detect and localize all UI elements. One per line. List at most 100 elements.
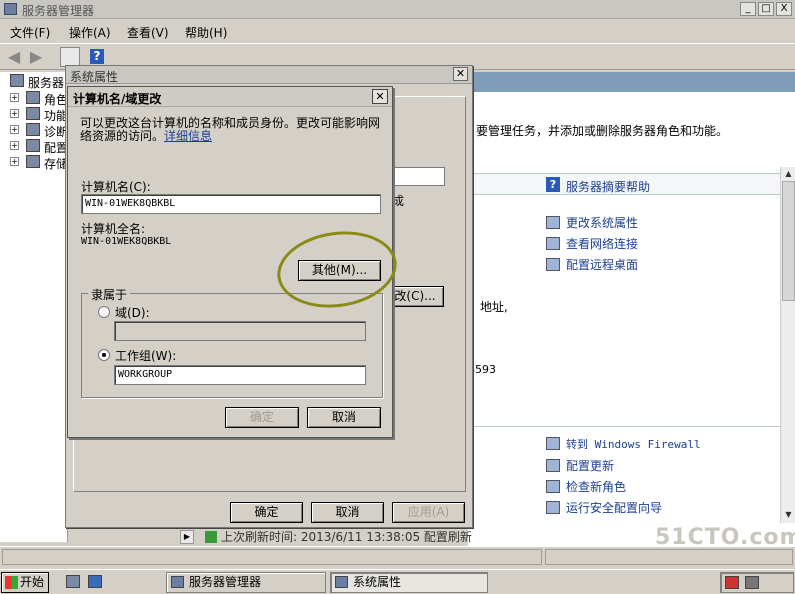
expand-icon[interactable]: + xyxy=(10,141,19,150)
apply-button[interactable]: 应用(A) xyxy=(392,502,465,523)
security-wizard-icon xyxy=(546,501,560,514)
close-button[interactable]: X xyxy=(776,2,792,16)
tree-item-configuration[interactable]: + 配置 xyxy=(0,138,68,155)
powershell-quicklaunch-icon[interactable] xyxy=(88,575,102,588)
tree-item-roles[interactable]: + 角色 xyxy=(0,90,68,107)
maximize-button[interactable]: □ xyxy=(758,2,774,16)
tree-item-storage[interactable]: + 存储 xyxy=(0,154,68,171)
workgroup-input[interactable]: WORKGROUP xyxy=(114,365,366,385)
firewall-icon xyxy=(546,437,560,450)
address-text: 地址, xyxy=(480,300,508,314)
minimize-button[interactable]: _ xyxy=(740,2,756,16)
volume-tray-icon[interactable] xyxy=(745,576,759,589)
scroll-down-icon[interactable]: ▼ xyxy=(783,509,794,520)
domain-input[interactable] xyxy=(114,321,366,341)
link-label: 转到 Windows Firewall xyxy=(566,438,701,451)
storage-icon xyxy=(26,155,40,168)
computer-description-field[interactable] xyxy=(391,167,445,186)
task-label: 系统属性 xyxy=(353,575,402,589)
tree-item-diagnostics[interactable]: + 诊断 xyxy=(0,122,68,139)
scroll-thumb[interactable] xyxy=(782,181,795,301)
summary-help-row: ? 服务器摘要帮助 xyxy=(468,173,780,195)
menu-file[interactable]: 文件(F) xyxy=(10,24,50,41)
windows-flag-icon xyxy=(5,576,18,589)
network-icon xyxy=(546,237,560,250)
refresh-status-icon xyxy=(205,531,217,543)
help-icon: ? xyxy=(546,177,560,192)
scroll-up-icon[interactable]: ▲ xyxy=(783,168,794,179)
remote-desktop-icon xyxy=(546,258,560,271)
dialog-cancel-button[interactable]: 取消 xyxy=(307,407,381,428)
expand-icon[interactable]: + xyxy=(10,109,19,118)
status-pane xyxy=(2,549,542,565)
section-divider xyxy=(468,426,780,427)
close-icon[interactable]: ✕ xyxy=(372,89,388,104)
windows-firewall-link[interactable]: 转到 Windows Firewall xyxy=(546,436,701,452)
system-properties-title: 系统属性 xyxy=(70,70,119,84)
menu-action[interactable]: 操作(A) xyxy=(69,24,111,41)
scroll-right-icon[interactable]: ▶ xyxy=(180,530,194,544)
help-icon[interactable]: ? xyxy=(90,49,104,64)
menu-bar: 文件(F) 操作(A) 查看(V) 帮助(H) xyxy=(0,20,795,42)
configure-updates-link[interactable]: 配置更新 xyxy=(546,457,614,474)
main-title-bar: 服务器管理器 _ □ X xyxy=(0,0,795,19)
configuration-icon xyxy=(26,139,40,152)
summary-description: 要管理任务，并添加或删除服务器角色和功能。 xyxy=(476,124,729,138)
computer-name-label: 计算机名(C): xyxy=(81,180,151,194)
security-wizard-link[interactable]: 运行安全配置向导 xyxy=(546,499,662,516)
ok-button[interactable]: 确定 xyxy=(230,502,303,523)
console-tree-icon[interactable] xyxy=(60,47,80,67)
link-label: 更改系统属性 xyxy=(566,216,639,230)
updates-icon xyxy=(546,459,560,472)
close-icon[interactable]: ✕ xyxy=(453,67,468,81)
computer-name-input[interactable]: WIN-01WEK8QBKBL xyxy=(81,194,381,214)
configure-remote-desktop-link[interactable]: 配置远程桌面 xyxy=(546,256,638,273)
change-system-properties-link[interactable]: 更改系统属性 xyxy=(546,214,638,231)
cancel-button[interactable]: 取消 xyxy=(311,502,384,523)
domain-label: 域(D): xyxy=(115,306,150,320)
change-button[interactable]: 改(C)... xyxy=(386,286,444,307)
view-network-connections-link[interactable]: 查看网络连接 xyxy=(546,235,638,252)
partial-label-text: 成 xyxy=(392,194,405,208)
link-label: 配置远程桌面 xyxy=(566,258,639,272)
task-system-properties[interactable]: 系统属性 xyxy=(330,572,488,593)
link-label: 检查新角色 xyxy=(566,480,627,494)
member-of-label: 隶属于 xyxy=(88,286,131,303)
dialog-ok-button[interactable]: 确定 xyxy=(225,407,299,428)
tree-item-server[interactable]: 服务器 xyxy=(0,73,68,90)
system-properties-icon xyxy=(335,576,348,588)
expand-icon[interactable]: + xyxy=(10,93,19,102)
tree-item-label: 服务器 xyxy=(28,76,65,90)
description-text: 可以更改这台计算机的名称和成员身份。更改可能影响网络资源的访问。 xyxy=(80,116,381,143)
menu-help[interactable]: 帮助(H) xyxy=(185,24,227,41)
domain-radio[interactable] xyxy=(98,306,110,318)
expand-icon[interactable]: + xyxy=(10,125,19,134)
dialog-description: 可以更改这台计算机的名称和成员身份。更改可能影响网络资源的访问。详细信息 xyxy=(80,117,380,143)
task-server-manager[interactable]: 服务器管理器 xyxy=(166,572,326,593)
link-label: 查看网络连接 xyxy=(566,237,639,251)
last-refresh-status: 上次刷新时间: 2013/6/11 13:38:05 配置刷新 xyxy=(205,528,472,545)
roles-icon xyxy=(26,91,40,104)
back-arrow-icon[interactable]: ◀ xyxy=(4,47,24,67)
forward-arrow-icon[interactable]: ▶ xyxy=(26,47,46,67)
check-new-roles-link[interactable]: 检查新角色 xyxy=(546,478,626,495)
workgroup-label: 工作组(W): xyxy=(115,349,177,363)
more-info-link[interactable]: 详细信息 xyxy=(164,129,212,143)
menu-view[interactable]: 查看(V) xyxy=(127,24,169,41)
server-manager-quicklaunch-icon[interactable] xyxy=(66,575,80,588)
last-refresh-text: 上次刷新时间: 2013/6/11 13:38:05 配置刷新 xyxy=(221,530,472,544)
start-label: 开始 xyxy=(20,575,45,589)
tree-item-features[interactable]: + 功能 xyxy=(0,106,68,123)
dialog-title-bar: 计算机名/域更改 ✕ xyxy=(68,87,392,107)
start-button[interactable]: 开始 xyxy=(1,572,49,593)
content-pane: 要管理任务，并添加或删除服务器角色和功能。 ? 服务器摘要帮助 更改系统属性 查… xyxy=(468,72,795,547)
network-tray-icon[interactable] xyxy=(725,576,739,589)
roles-check-icon xyxy=(546,480,560,493)
system-properties-title-bar: 系统属性 ✕ xyxy=(66,66,472,84)
server-manager-icon xyxy=(171,576,184,588)
system-properties-icon xyxy=(546,216,560,229)
server-summary-help-link[interactable]: 服务器摘要帮助 xyxy=(566,178,650,195)
workgroup-radio[interactable] xyxy=(98,349,110,361)
vertical-scrollbar[interactable]: ▲ ▼ xyxy=(780,167,795,523)
expand-icon[interactable]: + xyxy=(10,157,19,166)
